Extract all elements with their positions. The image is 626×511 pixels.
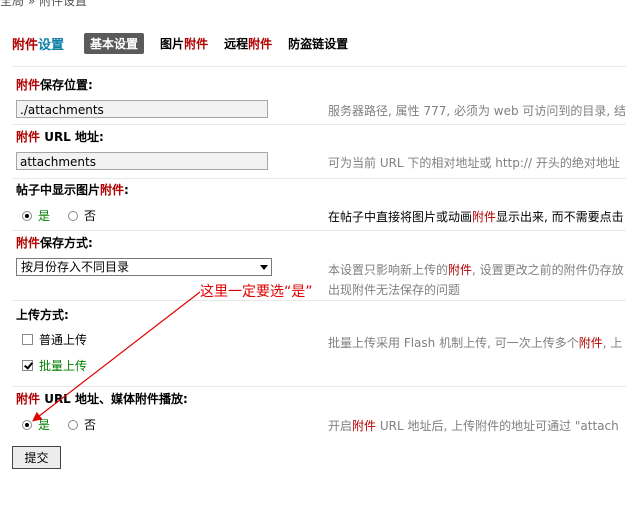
submit-button[interactable]: 提交 xyxy=(12,446,61,469)
annotation-arrow xyxy=(32,291,201,422)
